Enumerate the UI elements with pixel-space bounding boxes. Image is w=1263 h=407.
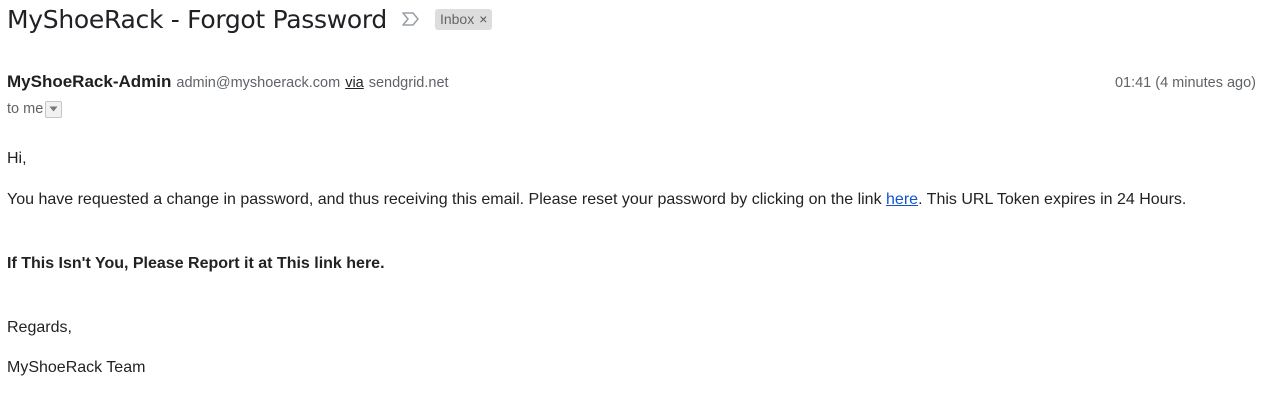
paragraph-text-before-link: You have requested a change in password,… (7, 191, 887, 208)
email-timestamp: 01:41 (4 minutes ago) (1114, 75, 1256, 91)
recipients-row: to me (7, 98, 63, 120)
recipients-text: to me (7, 101, 44, 117)
dropdown-arrow-icon (49, 106, 58, 112)
email-signature: MyShoeRack Team (7, 359, 146, 376)
via-link[interactable]: via (345, 75, 364, 91)
inbox-label-chip[interactable]: Inbox × (434, 8, 493, 30)
reset-password-link[interactable]: here (886, 191, 918, 208)
sender-name[interactable]: MyShoeRack-Admin (7, 72, 171, 92)
email-greeting: Hi, (7, 150, 27, 167)
sender-row: MyShoeRack-Admin admin@myshoerack.com vi… (7, 72, 1256, 94)
label-text: Inbox (439, 11, 475, 27)
importance-marker-icon[interactable] (401, 11, 421, 27)
show-details-button[interactable] (45, 100, 63, 118)
email-closing: Regards, (7, 319, 72, 336)
via-domain: sendgrid.net (368, 75, 449, 91)
report-notice: If This Isn't You, Please Report it at T… (7, 255, 385, 272)
remove-label-icon[interactable]: × (479, 12, 487, 26)
email-main-paragraph: You have requested a change in password,… (7, 191, 1186, 209)
email-view: MyShoeRack - Forgot Password Inbox × MyS… (0, 0, 1263, 407)
paragraph-text-after-link: . This URL Token expires in 24 Hours. (918, 191, 1187, 208)
email-subject: MyShoeRack - Forgot Password (7, 4, 387, 34)
sender-email: admin@myshoerack.com (176, 75, 341, 91)
subject-row: MyShoeRack - Forgot Password Inbox × (7, 1, 493, 37)
